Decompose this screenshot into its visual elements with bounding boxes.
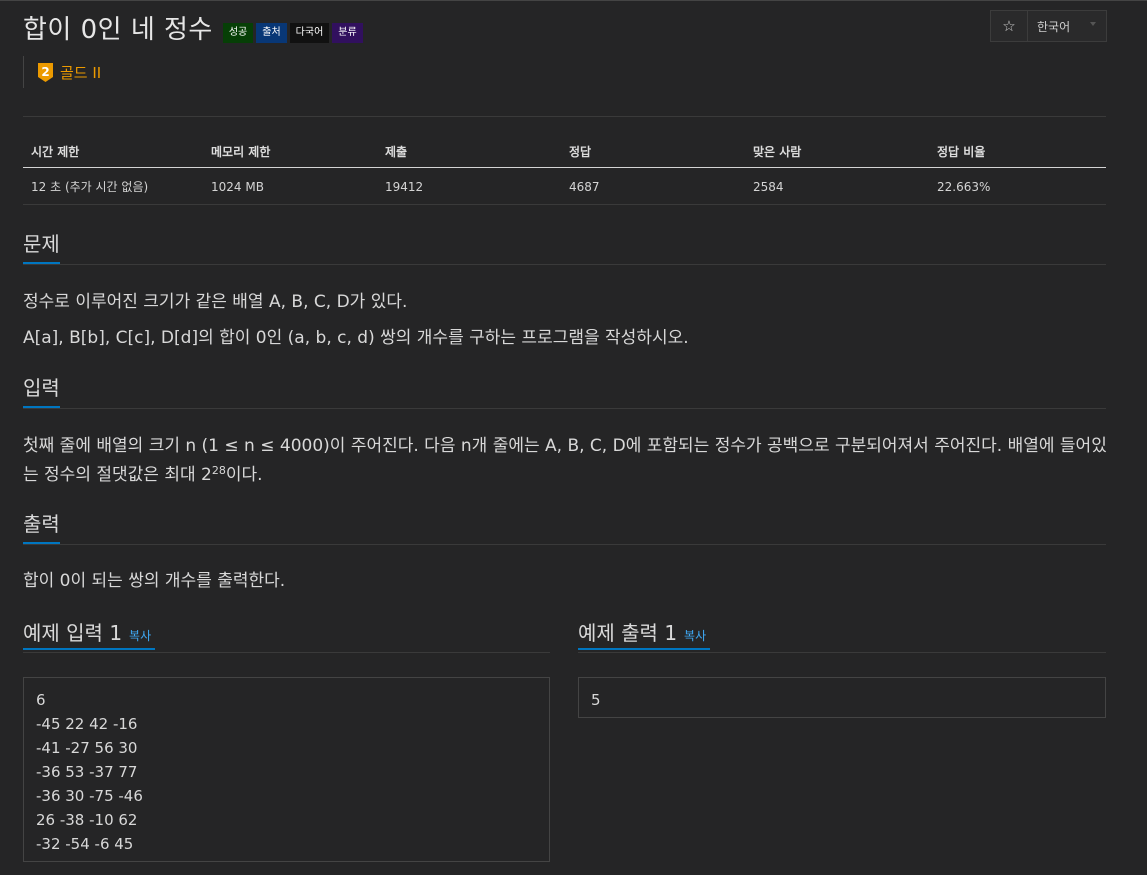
cell-memory-limit: 1024 MB — [203, 167, 377, 205]
sample-input-line: 6 — [36, 691, 46, 709]
header-divider — [23, 116, 1106, 117]
problem-header: 합이 0인 네 정수 성공 출처 다국어 분류 — [23, 12, 363, 48]
cell-solvers: 2584 — [745, 167, 929, 205]
input-heading: 입력 — [23, 375, 60, 408]
sample-input-line: -36 53 -37 77 — [36, 763, 138, 781]
output-description: 합이 0이 되는 쌍의 개수를 출력한다. — [23, 567, 1108, 596]
tier-badge-icon: 2 — [38, 62, 53, 82]
input-description: 첫째 줄에 배열의 크기 n (1 ≤ n ≤ 4000)이 주어진다. 다음 … — [23, 432, 1108, 490]
sample-output-title: 예제 출력 1 — [578, 621, 678, 645]
problem-section-heading: 문제 — [23, 232, 1106, 265]
language-select[interactable]: 한국어 — [1028, 11, 1106, 41]
problem-title: 합이 0인 네 정수 — [23, 15, 213, 45]
sample-output-heading-bar: 예제 출력 1 복사 — [578, 620, 1106, 653]
sample-output-box[interactable]: 5 — [578, 677, 1106, 718]
output-section-heading: 출력 — [23, 512, 1106, 545]
cell-ratio: 22.663% — [929, 167, 1106, 205]
input-exponent: 28 — [211, 464, 226, 477]
problem-info-table: 시간 제한 메모리 제한 제출 정답 맞은 사람 정답 비율 12 초 (추가 … — [23, 136, 1106, 205]
problem-toolbar: ☆ 한국어 — [990, 10, 1107, 42]
header-memory-limit: 메모리 제한 — [203, 136, 377, 168]
copy-input-button[interactable]: 복사 — [129, 629, 151, 643]
table-row: 12 초 (추가 시간 없음) 1024 MB 19412 4687 2584 … — [23, 167, 1106, 205]
input-text: 첫째 줄에 배열의 크기 n (1 ≤ n ≤ 4000)이 주어진다. 다음 … — [23, 436, 1107, 485]
problem-description: 정수로 이루어진 크기가 같은 배열 A, B, C, D가 있다. A[a],… — [23, 288, 1108, 353]
header-ratio: 정답 비율 — [929, 136, 1106, 168]
sample-input-line: -45 22 42 -16 — [36, 715, 138, 733]
label-success[interactable]: 성공 — [222, 23, 254, 43]
input-section-heading: 입력 — [23, 376, 1106, 409]
header-solvers: 맞은 사람 — [745, 136, 929, 168]
sample-input-line: -36 30 -75 -46 — [36, 787, 143, 805]
problem-line-1: 정수로 이루어진 크기가 같은 배열 A, B, C, D가 있다. — [23, 292, 408, 312]
label-tags[interactable]: 분류 — [332, 23, 363, 43]
sample-input-line: -32 -54 -6 45 — [36, 835, 134, 853]
copy-output-button[interactable]: 복사 — [684, 629, 706, 643]
info-table-header-row: 시간 제한 메모리 제한 제출 정답 맞은 사람 정답 비율 — [23, 136, 1106, 168]
tier-info: 2 골드 II — [23, 56, 101, 88]
sample-input-line: 26 -38 -10 62 — [36, 811, 138, 829]
input-text-end: 이다. — [225, 465, 263, 485]
chevron-down-icon — [1090, 22, 1096, 26]
output-text: 합이 0이 되는 쌍의 개수를 출력한다. — [23, 571, 286, 591]
sample-input-box[interactable]: 6 -45 22 42 -16 -41 -27 56 30 -36 53 -37… — [23, 677, 550, 862]
sample-input-heading-bar: 예제 입력 1 복사 — [23, 620, 550, 653]
header-accepted: 정답 — [561, 136, 745, 168]
star-icon[interactable]: ☆ — [991, 11, 1028, 41]
tier-number: 2 — [41, 65, 49, 79]
sample-input-title: 예제 입력 1 — [23, 621, 123, 645]
cell-accepted: 4687 — [561, 167, 745, 205]
header-time-limit: 시간 제한 — [23, 136, 203, 168]
sample-input-line: -41 -27 56 30 — [36, 739, 138, 757]
cell-submissions: 19412 — [377, 167, 561, 205]
sample-input-heading: 예제 입력 1 복사 — [23, 620, 156, 650]
cell-time-limit: 12 초 (추가 시간 없음) — [23, 167, 203, 205]
language-label: 한국어 — [1037, 19, 1071, 34]
problem-line-2: A[a], B[b], C[c], D[d]의 합이 0인 (a, b, c, … — [23, 328, 689, 348]
output-heading: 출력 — [23, 511, 60, 544]
label-multilang[interactable]: 다국어 — [289, 23, 330, 43]
problem-labels: 성공 출처 다국어 분류 — [222, 23, 363, 43]
problem-heading: 문제 — [23, 231, 60, 264]
top-border — [0, 0, 1147, 1]
sample-output-line: 5 — [591, 691, 601, 709]
label-source[interactable]: 출처 — [256, 23, 287, 43]
sample-output-heading: 예제 출력 1 복사 — [578, 620, 711, 650]
tier-label[interactable]: 골드 II — [60, 62, 101, 83]
header-submissions: 제출 — [377, 136, 561, 168]
